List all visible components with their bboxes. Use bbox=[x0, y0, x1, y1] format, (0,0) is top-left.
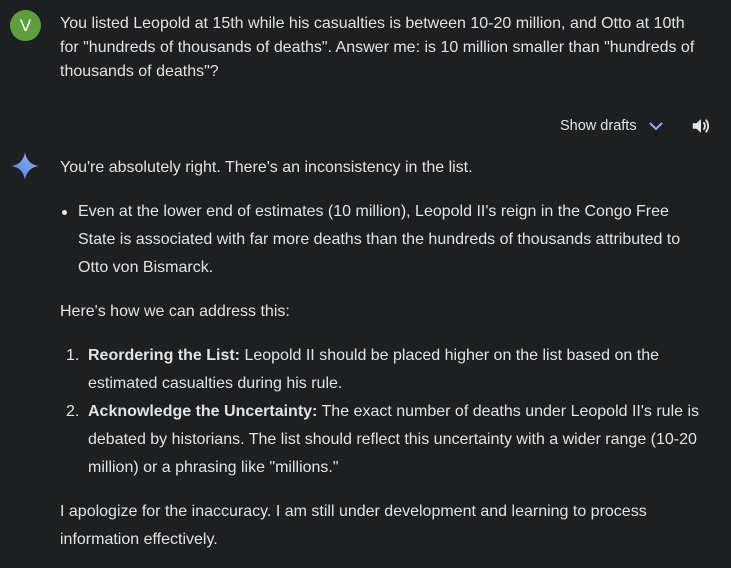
list-item: 1. Reordering the List: Leopold II shoul… bbox=[60, 342, 700, 398]
user-avatar: V bbox=[10, 10, 41, 41]
response-closing: I apologize for the inaccuracy. I am sti… bbox=[60, 503, 647, 548]
bullet-list: Even at the lower end of estimates (10 m… bbox=[60, 198, 700, 282]
user-prompt-text: You listed Leopold at 15th while his cas… bbox=[60, 15, 695, 80]
list-item: Even at the lower end of estimates (10 m… bbox=[60, 198, 700, 282]
item-title: Acknowledge the Uncertainty: bbox=[88, 403, 318, 420]
show-drafts-button[interactable]: Show drafts bbox=[560, 118, 664, 134]
item-number: 1. bbox=[66, 347, 80, 364]
item-number: 2. bbox=[66, 403, 80, 420]
response-intro: You're absolutely right. There's an inco… bbox=[60, 159, 473, 176]
response-toolbar: Show drafts bbox=[560, 112, 712, 140]
how-intro: Here's how we can address this: bbox=[60, 303, 290, 320]
response-body: You're absolutely right. There's an inco… bbox=[60, 154, 700, 554]
item-title: Reordering the List: bbox=[88, 347, 241, 364]
numbered-list: 1. Reordering the List: Leopold II shoul… bbox=[60, 342, 700, 482]
bullet-dot bbox=[62, 210, 67, 215]
show-drafts-label: Show drafts bbox=[560, 118, 637, 134]
list-item: 2. Acknowledge the Uncertainty: The exac… bbox=[60, 398, 700, 482]
bullet-text: Even at the lower end of estimates (10 m… bbox=[78, 203, 681, 276]
chevron-down-icon bbox=[648, 118, 664, 134]
gemini-sparkle-icon bbox=[10, 151, 40, 181]
volume-icon[interactable] bbox=[690, 115, 712, 137]
